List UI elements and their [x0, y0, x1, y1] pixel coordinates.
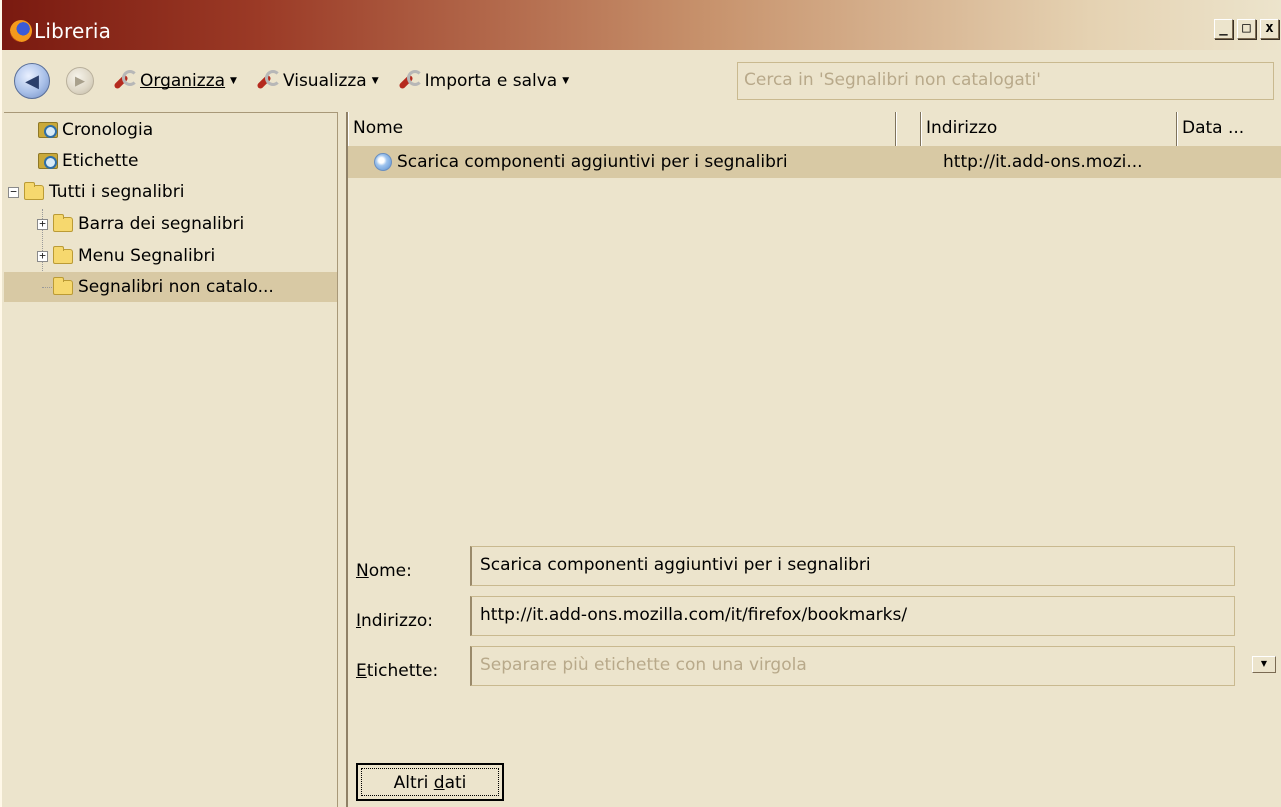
row-name: Scarica componenti aggiuntivi per i segn…	[397, 152, 788, 172]
tree-item-bookmarks-toolbar[interactable]: + Barra dei segnalibri	[37, 209, 244, 239]
expand-toggle[interactable]: +	[37, 250, 48, 262]
column-header-blank[interactable]	[896, 112, 921, 146]
search-input[interactable]: Cerca in 'Segnalibri non catalogati'	[737, 62, 1274, 100]
tree-item-label: Segnalibri non catalo...	[78, 277, 274, 297]
address-label: Indirizzo:	[356, 611, 433, 631]
address-field[interactable]: http://it.add-ons.mozilla.com/it/firefox…	[470, 596, 1235, 636]
import-save-menu-label: Importa e salva	[424, 71, 558, 91]
firefox-icon	[10, 20, 32, 42]
tree-item-unsorted-bookmarks[interactable]: Segnalibri non catalo...	[4, 272, 337, 302]
name-field[interactable]: Scarica componenti aggiuntivi per i segn…	[470, 546, 1235, 586]
row-address: http://it.add-ons.mozi...	[943, 152, 1143, 172]
wrench-icon	[253, 69, 281, 93]
collapse-toggle[interactable]: −	[8, 186, 19, 198]
dropdown-arrow-icon: ▼	[371, 76, 379, 86]
organize-menu-label: Organizza	[140, 71, 226, 91]
back-arrow-icon: ◀	[25, 70, 39, 92]
folder-icon	[53, 213, 73, 232]
dropdown-arrow-icon: ▼	[562, 76, 570, 86]
column-header-address[interactable]: Indirizzo	[921, 112, 1177, 146]
tree-item-label: Tutti i segnalibri	[49, 182, 185, 202]
name-label: Nome:	[356, 561, 412, 581]
expand-toggle[interactable]: +	[37, 218, 48, 230]
folder-tree: Cronologia Etichette − Tutti i segnalibr…	[4, 112, 338, 807]
close-button[interactable]: x	[1260, 19, 1279, 39]
more-details-button[interactable]: Altri dati	[356, 763, 504, 801]
library-window: Libreria _ □ x ◀ ▶ Organizza ▼ Visualizz…	[0, 0, 1281, 807]
bookmark-content-pane: Nome Indirizzo Data ... Scarica componen…	[346, 112, 1281, 807]
minimize-button[interactable]: _	[1214, 19, 1233, 39]
column-header-name[interactable]: Nome	[348, 112, 896, 146]
maximize-button[interactable]: □	[1237, 19, 1256, 39]
title-bar[interactable]: Libreria _ □ x	[2, 0, 1281, 50]
wrench-icon	[110, 69, 138, 93]
import-save-menu[interactable]: Importa e salva ▼	[395, 69, 570, 93]
tree-item-tags[interactable]: Etichette	[38, 146, 139, 176]
bookmark-page-icon	[374, 153, 392, 171]
folder-icon	[53, 245, 73, 264]
query-icon	[38, 122, 58, 138]
forward-arrow-icon: ▶	[75, 73, 85, 89]
window-title: Libreria	[34, 19, 112, 43]
tree-item-bookmarks-menu[interactable]: + Menu Segnalibri	[37, 241, 215, 271]
forward-button[interactable]: ▶	[66, 67, 94, 95]
wrench-icon	[395, 69, 423, 93]
tree-item-history[interactable]: Cronologia	[38, 115, 153, 145]
tags-label: Etichette:	[356, 661, 439, 681]
folder-open-icon	[24, 181, 44, 200]
tree-item-label: Cronologia	[62, 120, 154, 140]
tree-item-label: Barra dei segnalibri	[78, 214, 245, 234]
tree-item-label: Etichette	[62, 151, 139, 171]
column-header-date[interactable]: Data ...	[1177, 112, 1281, 146]
folder-icon	[53, 276, 73, 295]
table-row[interactable]: Scarica componenti aggiuntivi per i segn…	[348, 146, 1281, 178]
dropdown-arrow-icon: ▼	[230, 76, 237, 86]
tree-item-all-bookmarks[interactable]: − Tutti i segnalibri	[8, 177, 184, 207]
list-header: Nome Indirizzo Data ...	[348, 112, 1281, 146]
view-menu-label: Visualizza	[282, 71, 367, 91]
organize-menu[interactable]: Organizza ▼	[110, 69, 237, 93]
tree-item-label: Menu Segnalibri	[78, 246, 216, 266]
view-menu[interactable]: Visualizza ▼	[253, 69, 379, 93]
tags-field[interactable]: Separare più etichette con una virgola	[470, 646, 1235, 686]
back-button[interactable]: ◀	[14, 63, 50, 99]
toolbar: ◀ ▶ Organizza ▼ Visualizza ▼ Importa e s…	[4, 52, 1281, 110]
query-icon	[38, 153, 58, 169]
tags-dropdown-button[interactable]: ▼	[1252, 656, 1276, 673]
